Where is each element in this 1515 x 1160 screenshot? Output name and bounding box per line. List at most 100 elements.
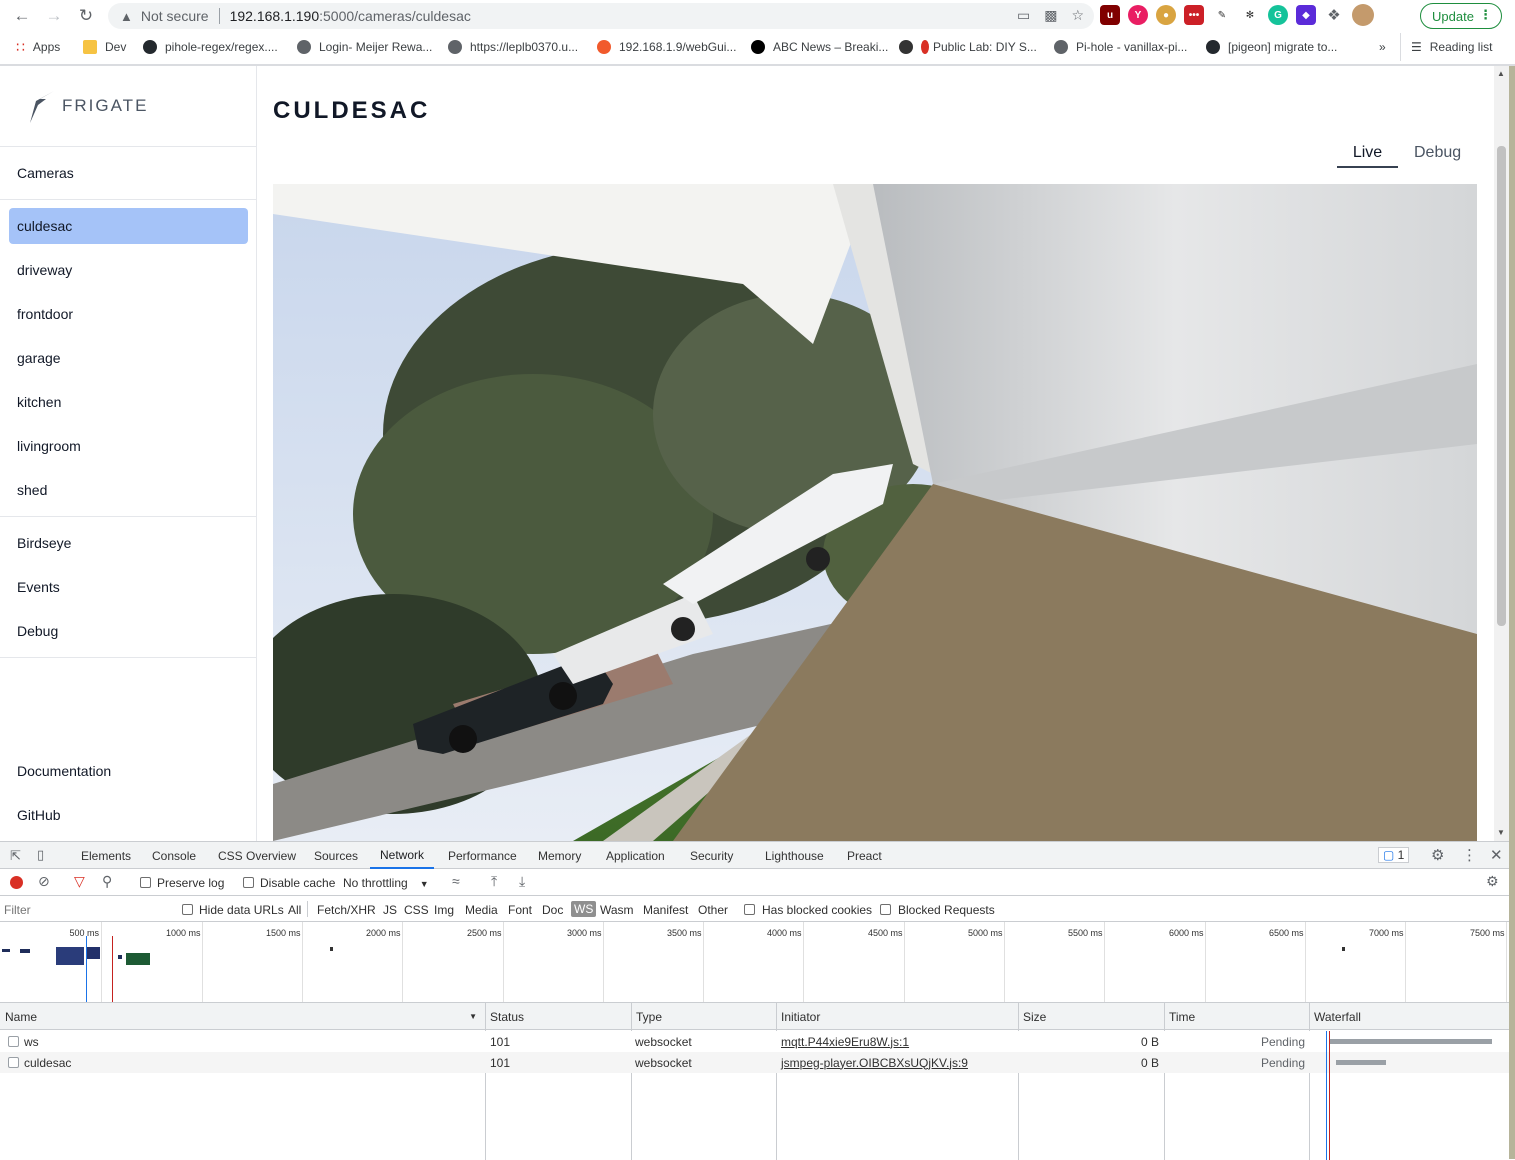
scroll-down-icon[interactable]: ▼ — [1497, 828, 1505, 837]
grammarly-icon[interactable]: G — [1268, 5, 1288, 25]
sidebar-item-documentation[interactable]: Documentation — [9, 753, 248, 789]
sidebar-item-livingroom[interactable]: livingroom — [9, 428, 248, 464]
filter-input[interactable] — [4, 900, 169, 919]
brand[interactable]: FRIGATE — [26, 86, 148, 126]
sidebar-item-shed[interactable]: shed — [9, 472, 248, 508]
bookmark-pigeon[interactable]: [pigeon] migrate to... — [1206, 33, 1337, 61]
tab-performance[interactable]: Performance — [448, 842, 517, 869]
tab-memory[interactable]: Memory — [538, 842, 581, 869]
inspect-element-icon[interactable]: ⇱ — [10, 848, 21, 864]
sidebar-item-github[interactable]: GitHub — [9, 797, 248, 833]
throttling-select[interactable]: No throttling ▼ — [343, 876, 429, 890]
extension-icon[interactable]: Y — [1128, 5, 1148, 25]
bookmark-leplb[interactable]: https://leplb0370.u... — [448, 33, 578, 61]
sidebar-item-debug[interactable]: Debug — [9, 613, 248, 649]
tab-network[interactable]: Network — [370, 842, 435, 869]
request-initiator-link[interactable]: mqtt.P44xie9Eru8W.js:1 — [781, 1031, 909, 1052]
live-camera-feed[interactable] — [273, 184, 1477, 841]
reading-list-button[interactable]: ☰ Reading list — [1400, 33, 1492, 61]
type-filter-fetch-xhr[interactable]: Fetch/XHR — [317, 903, 376, 917]
tab-live[interactable]: Live — [1337, 144, 1398, 168]
scrollbar-thumb[interactable] — [1497, 146, 1506, 626]
blocked-cookies-checkbox[interactable] — [744, 904, 755, 915]
bug-icon[interactable]: ✻ — [1240, 5, 1260, 25]
device-toolbar-icon[interactable]: ▯ — [37, 847, 44, 863]
clear-icon[interactable]: ⊘ — [38, 873, 50, 890]
sidebar-item-frontdoor[interactable]: frontdoor — [9, 296, 248, 332]
record-icon[interactable] — [10, 876, 23, 889]
bookmark-pihole-vanillax[interactable]: Pi-hole - vanillax-pi... — [1054, 33, 1187, 61]
issues-badge[interactable]: ▢ 1 — [1378, 847, 1410, 863]
col-name[interactable]: Name ▼ — [0, 1003, 485, 1030]
col-initiator[interactable]: Initiator — [776, 1003, 820, 1030]
tab-elements[interactable]: Elements — [81, 842, 131, 869]
network-overview[interactable]: 500 ms 1000 ms 1500 ms 2000 ms 2500 ms 3000 m… — [0, 922, 1509, 1003]
back-icon[interactable]: ← — [6, 0, 38, 32]
sidebar-item-kitchen[interactable]: kitchen — [9, 384, 248, 420]
tab-console[interactable]: Console — [152, 842, 196, 869]
tab-security[interactable]: Security — [690, 842, 733, 869]
search-icon[interactable]: ⚲ — [102, 873, 112, 890]
bookmark-dev[interactable]: Dev — [83, 33, 126, 61]
col-status[interactable]: Status — [485, 1003, 524, 1030]
tab-css-overview[interactable]: CSS Overview — [218, 842, 296, 869]
network-conditions-icon[interactable]: ≈ — [452, 873, 460, 889]
tab-lighthouse[interactable]: Lighthouse — [765, 842, 824, 869]
puzzle-icon[interactable]: ❖ — [1324, 5, 1344, 25]
address-bar[interactable]: ▲ Not secure 192.168.1.190:5000/cameras/… — [108, 3, 1094, 29]
disable-cache-checkbox[interactable] — [243, 877, 254, 888]
bookmark-star-icon[interactable]: ☆ — [1071, 7, 1084, 24]
tab-preact[interactable]: Preact — [847, 842, 882, 869]
filter-icon[interactable]: ▽ — [74, 873, 85, 890]
devtools-menu-icon[interactable]: ⋮ — [1462, 846, 1477, 864]
hide-data-urls-checkbox[interactable] — [182, 904, 193, 915]
col-waterfall[interactable]: Waterfall — [1309, 1003, 1361, 1030]
update-button[interactable]: Update ⋮ — [1420, 3, 1502, 29]
tab-application[interactable]: Application — [606, 842, 665, 869]
cast-icon[interactable]: ▭ — [1017, 7, 1030, 24]
network-settings-icon[interactable]: ⚙ — [1486, 873, 1499, 890]
more-bookmarks-icon[interactable]: » — [1379, 33, 1386, 61]
col-size[interactable]: Size — [1018, 1003, 1046, 1030]
reload-icon[interactable]: ↻ — [70, 0, 102, 32]
blocked-requests-checkbox[interactable] — [880, 904, 891, 915]
type-filter-media[interactable]: Media — [465, 903, 498, 917]
page-scrollbar[interactable]: ▲ ▼ — [1494, 66, 1509, 841]
ublock-icon[interactable]: u — [1100, 5, 1120, 25]
download-icon[interactable]: ⤓ — [519, 873, 525, 890]
tamper-icon[interactable]: ✎ — [1212, 5, 1232, 25]
type-filter-font[interactable]: Font — [508, 903, 532, 917]
type-filter-wasm[interactable]: Wasm — [600, 903, 634, 917]
sidebar-item-culdesac[interactable]: culdesac — [9, 208, 248, 244]
type-filter-ws[interactable]: WS — [571, 901, 597, 917]
bookmark-abc-news[interactable]: ABC News – Breaki... — [751, 33, 888, 61]
badge-extension-icon[interactable]: ◆ — [1296, 5, 1316, 25]
cookie-icon[interactable]: ● — [1156, 5, 1176, 25]
preserve-log-checkbox[interactable] — [140, 877, 151, 888]
table-row[interactable]: culdesac 101 websocket jsmpeg-player.OIB… — [0, 1052, 1509, 1073]
upload-icon[interactable]: ⤒ — [491, 873, 497, 890]
scroll-up-icon[interactable]: ▲ — [1497, 69, 1505, 78]
request-initiator-link[interactable]: jsmpeg-player.OIBCBXsUQjKV.js:9 — [781, 1052, 968, 1073]
settings-gear-icon[interactable]: ⚙ — [1431, 846, 1444, 864]
bookmark-public-lab[interactable]: Public Lab: DIY S... — [899, 33, 1037, 61]
bookmark-pihole-regex[interactable]: pihole-regex/regex.... — [143, 33, 278, 61]
forward-icon[interactable]: → — [38, 0, 70, 32]
bookmark-meijer[interactable]: Login- Meijer Rewa... — [297, 33, 432, 61]
type-filter-manifest[interactable]: Manifest — [643, 903, 688, 917]
bookmark-apps[interactable]: ∷ Apps — [16, 33, 60, 61]
type-filter-css[interactable]: CSS — [404, 903, 429, 917]
chrome-menu-icon[interactable]: ⋮ — [1479, 7, 1492, 23]
avatar[interactable] — [1352, 4, 1374, 26]
type-filter-js[interactable]: JS — [383, 903, 397, 917]
type-filter-other[interactable]: Other — [698, 903, 728, 917]
type-filter-img[interactable]: Img — [434, 903, 454, 917]
tab-sources[interactable]: Sources — [314, 842, 358, 869]
table-row[interactable]: ws 101 websocket mqtt.P44xie9Eru8W.js:1 … — [0, 1031, 1509, 1052]
col-time[interactable]: Time — [1164, 1003, 1195, 1030]
type-filter-all[interactable]: All — [288, 903, 301, 917]
sidebar-item-events[interactable]: Events — [9, 569, 248, 605]
bookmark-unraid[interactable]: 192.168.1.9/webGui... — [597, 33, 736, 61]
sidebar-item-cameras[interactable]: Cameras — [9, 155, 248, 191]
sidebar-item-driveway[interactable]: driveway — [9, 252, 248, 288]
